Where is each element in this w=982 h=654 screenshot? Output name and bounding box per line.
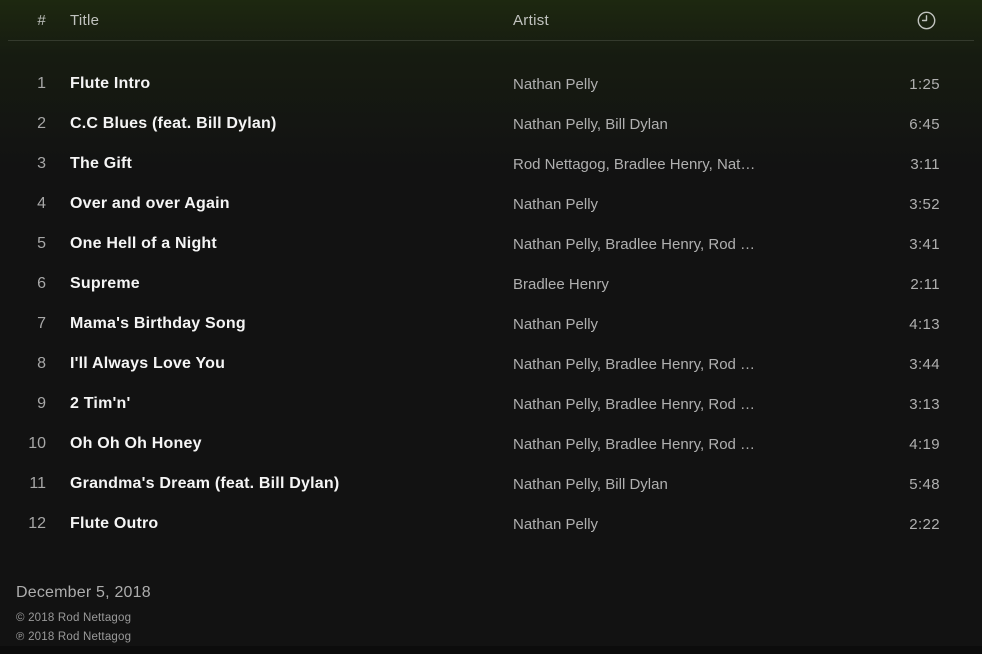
track-number: 5 xyxy=(16,235,46,253)
track-title[interactable]: The Gift xyxy=(70,155,489,173)
header-number-column: # xyxy=(16,12,46,29)
track-artist[interactable]: Nathan Pelly xyxy=(513,316,862,333)
track-duration: 3:11 xyxy=(886,156,966,173)
track-artist[interactable]: Nathan Pelly xyxy=(513,516,862,533)
track-title[interactable]: I'll Always Love You xyxy=(70,355,489,373)
track-duration: 3:13 xyxy=(886,396,966,413)
track-artist[interactable]: Nathan Pelly, Bradlee Henry, Rod … xyxy=(513,356,862,373)
track-row[interactable]: 8 I'll Always Love You Nathan Pelly, Bra… xyxy=(0,344,982,384)
track-duration: 2:22 xyxy=(886,516,966,533)
track-row[interactable]: 12 Flute Outro Nathan Pelly 2:22 xyxy=(0,504,982,544)
header-title-column[interactable]: Title xyxy=(70,12,489,29)
track-row[interactable]: 11 Grandma's Dream (feat. Bill Dylan) Na… xyxy=(0,464,982,504)
track-title[interactable]: Grandma's Dream (feat. Bill Dylan) xyxy=(70,475,489,493)
track-number: 12 xyxy=(16,515,46,533)
clock-icon[interactable] xyxy=(886,11,966,30)
track-duration: 2:11 xyxy=(886,276,966,293)
track-title[interactable]: C.C Blues (feat. Bill Dylan) xyxy=(70,115,489,133)
track-title[interactable]: Flute Intro xyxy=(70,75,489,93)
track-duration: 5:48 xyxy=(886,476,966,493)
header-artist-column[interactable]: Artist xyxy=(513,12,862,29)
track-artist[interactable]: Nathan Pelly, Bradlee Henry, Rod … xyxy=(513,436,862,453)
track-row[interactable]: 2 C.C Blues (feat. Bill Dylan) Nathan Pe… xyxy=(0,104,982,144)
track-duration: 6:45 xyxy=(886,116,966,133)
track-duration: 3:41 xyxy=(886,236,966,253)
track-number: 3 xyxy=(16,155,46,173)
track-artist[interactable]: Nathan Pelly xyxy=(513,196,862,213)
track-number: 7 xyxy=(16,315,46,333)
track-duration: 3:52 xyxy=(886,196,966,213)
track-title[interactable]: Flute Outro xyxy=(70,515,489,533)
track-number: 2 xyxy=(16,115,46,133)
track-row[interactable]: 6 Supreme Bradlee Henry 2:11 xyxy=(0,264,982,304)
track-artist[interactable]: Bradlee Henry xyxy=(513,276,862,293)
track-duration: 1:25 xyxy=(886,76,966,93)
track-row[interactable]: 7 Mama's Birthday Song Nathan Pelly 4:13 xyxy=(0,304,982,344)
track-artist[interactable]: Nathan Pelly, Bradlee Henry, Rod … xyxy=(513,396,862,413)
bottom-edge-strip xyxy=(0,646,982,654)
track-row[interactable]: 5 One Hell of a Night Nathan Pelly, Brad… xyxy=(0,224,982,264)
track-title[interactable]: Oh Oh Oh Honey xyxy=(70,435,489,453)
track-row[interactable]: 3 The Gift Rod Nettagog, Bradlee Henry, … xyxy=(0,144,982,184)
track-number: 10 xyxy=(16,435,46,453)
track-list: 1 Flute Intro Nathan Pelly 1:25 2 C.C Bl… xyxy=(0,64,982,544)
track-number: 11 xyxy=(16,475,46,493)
track-duration: 3:44 xyxy=(886,356,966,373)
track-duration: 4:19 xyxy=(886,436,966,453)
track-artist[interactable]: Rod Nettagog, Bradlee Henry, Nat… xyxy=(513,156,862,173)
track-number: 8 xyxy=(16,355,46,373)
track-number: 1 xyxy=(16,75,46,93)
track-artist[interactable]: Nathan Pelly, Bradlee Henry, Rod … xyxy=(513,236,862,253)
track-number: 6 xyxy=(16,275,46,293)
track-artist[interactable]: Nathan Pelly xyxy=(513,76,862,93)
track-artist[interactable]: Nathan Pelly, Bill Dylan xyxy=(513,476,862,493)
track-duration: 4:13 xyxy=(886,316,966,333)
album-footer: December 5, 2018 © 2018 Rod Nettagog ℗ 2… xyxy=(0,584,982,647)
track-title[interactable]: Supreme xyxy=(70,275,489,293)
track-row[interactable]: 1 Flute Intro Nathan Pelly 1:25 xyxy=(0,64,982,104)
track-row[interactable]: 10 Oh Oh Oh Honey Nathan Pelly, Bradlee … xyxy=(0,424,982,464)
track-title[interactable]: Mama's Birthday Song xyxy=(70,315,489,333)
track-number: 4 xyxy=(16,195,46,213)
track-number: 9 xyxy=(16,395,46,413)
track-title[interactable]: One Hell of a Night xyxy=(70,235,489,253)
copyright-text: © 2018 Rod Nettagog xyxy=(16,609,966,628)
track-title[interactable]: Over and over Again xyxy=(70,195,489,213)
album-tracklist-page: # Title Artist 1 Flute Intro Nathan Pell… xyxy=(0,0,982,654)
track-row[interactable]: 4 Over and over Again Nathan Pelly 3:52 xyxy=(0,184,982,224)
tracklist-header: # Title Artist xyxy=(8,0,974,41)
phonogram-text: ℗ 2018 Rod Nettagog xyxy=(16,628,966,647)
release-date: December 5, 2018 xyxy=(16,584,966,602)
track-title[interactable]: 2 Tim'n' xyxy=(70,395,489,413)
track-artist[interactable]: Nathan Pelly, Bill Dylan xyxy=(513,116,862,133)
track-row[interactable]: 9 2 Tim'n' Nathan Pelly, Bradlee Henry, … xyxy=(0,384,982,424)
